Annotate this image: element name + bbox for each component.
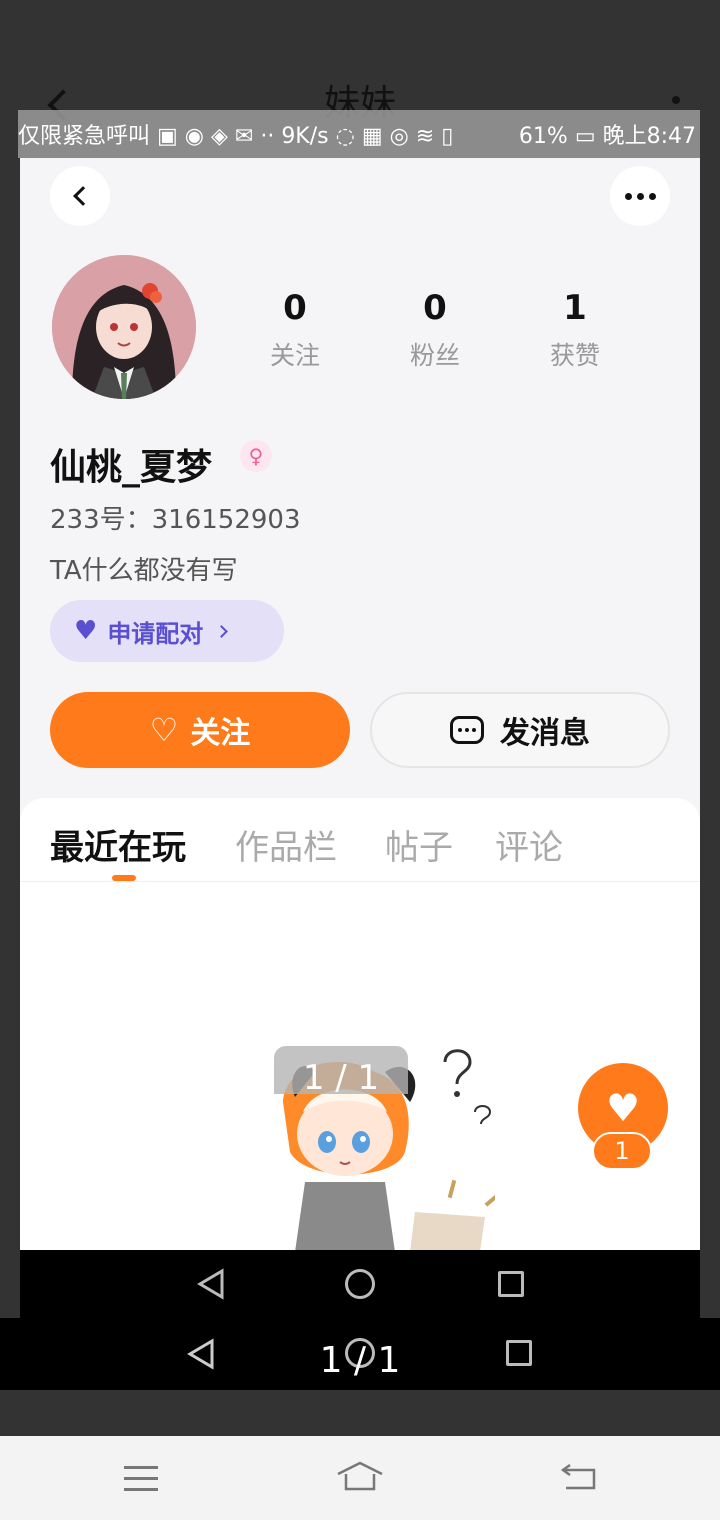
request-pair-button[interactable]: ♥ 申请配对 (50, 600, 284, 662)
stat-fans[interactable]: 0 粉丝 (375, 288, 495, 372)
user-id: 233号：316152903 (50, 505, 301, 535)
battery-icon: ▭ (574, 124, 603, 149)
female-gender-icon: ♀ (240, 440, 272, 472)
signal-icons: ◌ ▦ ◎ ≋ ▯ (335, 124, 454, 149)
tab-works[interactable]: 作品栏 (235, 820, 337, 869)
heart-plus-icon: ♡ (149, 711, 179, 749)
tab-comments[interactable]: 评论 (495, 820, 563, 869)
inner-nav-bar (20, 1250, 700, 1318)
status-bar: 仅限紧急呼叫 ▣ ◉ ◈ ✉ ·· 9K/s ◌ ▦ ◎ ≋ ▯ 61% ▭ 晚… (18, 110, 700, 158)
outer-more-icon[interactable] (672, 96, 680, 104)
chevron-left-icon (73, 186, 93, 206)
following-count: 0 (283, 288, 307, 328)
chat-bubble-icon (450, 716, 484, 744)
more-button[interactable] (610, 166, 670, 226)
stat-likes[interactable]: 1 获赞 (515, 288, 635, 372)
content-panel: 最近在玩 作品栏 帖子 评论 ♥ 1 (20, 798, 700, 1250)
heart-icon: ♥ (605, 1086, 641, 1130)
stat-following[interactable]: 0 关注 (235, 288, 355, 372)
nav-home-icon[interactable] (345, 1269, 375, 1299)
following-label: 关注 (269, 341, 320, 370)
back-button[interactable] (50, 166, 110, 226)
message-label: 发消息 (500, 716, 590, 751)
heart-icon: ♥ (74, 616, 98, 646)
follow-button[interactable]: ♡ 关注 (50, 692, 350, 768)
outer-header: 妹妹 (0, 0, 720, 124)
tab-bar: 最近在玩 作品栏 帖子 评论 (20, 798, 700, 882)
network-speed: 9K/s (281, 124, 329, 149)
fans-label: 粉丝 (409, 341, 460, 370)
page-indicator-overlay: 1 / 1 (274, 1046, 408, 1094)
clock: 晚上8:47 (602, 124, 696, 149)
likes-label: 获赞 (549, 341, 600, 370)
background-strip (0, 1390, 720, 1436)
battery-percent: 61% (518, 124, 568, 149)
return-icon[interactable] (560, 1464, 598, 1492)
more-dots-icon (624, 192, 656, 200)
notification-icons: ▣ ◉ ◈ ✉ ·· (157, 124, 282, 149)
menu-icon[interactable] (124, 1466, 158, 1499)
tab-posts[interactable]: 帖子 (385, 820, 453, 869)
fans-count: 0 (423, 288, 447, 328)
bio: TA什么都没有写 (50, 556, 238, 586)
request-pair-label: 申请配对 (107, 619, 204, 648)
outer-nav-back-icon[interactable] (186, 1338, 216, 1370)
home-icon[interactable] (336, 1460, 384, 1492)
carrier-text: 仅限紧急呼叫 (18, 124, 151, 149)
tab-indicator (112, 875, 136, 881)
chevron-right-icon (215, 624, 229, 638)
message-button[interactable]: 发消息 (370, 692, 670, 768)
nav-back-icon[interactable] (196, 1268, 226, 1300)
like-count-badge: 1 (592, 1132, 652, 1170)
outer-nav-recents-icon[interactable] (506, 1340, 532, 1366)
nav-recents-icon[interactable] (498, 1271, 524, 1297)
avatar[interactable] (52, 255, 196, 399)
page-indicator-outer: 1 / 1 (319, 1340, 401, 1381)
tab-recently-played[interactable]: 最近在玩 (50, 820, 186, 869)
follow-label: 关注 (190, 716, 251, 751)
username: 仙桃_夏梦 (50, 447, 213, 488)
likes-count: 1 (563, 288, 587, 328)
